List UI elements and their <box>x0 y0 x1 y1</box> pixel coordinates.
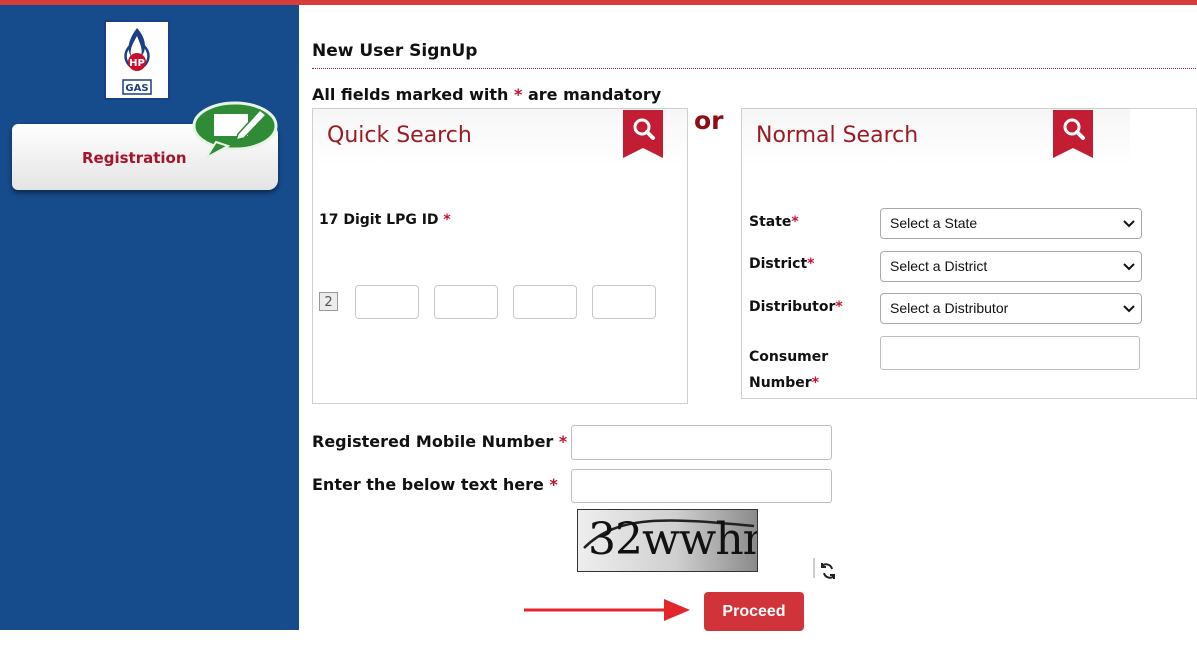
mobile-number-label: Registered Mobile Number * <box>312 432 568 451</box>
chevron-down-icon <box>1123 263 1135 271</box>
captcha-input[interactable] <box>571 469 832 503</box>
district-select[interactable]: Select a District <box>880 251 1142 282</box>
refresh-icon[interactable] <box>813 558 837 586</box>
proceed-button[interactable]: Proceed <box>704 592 804 631</box>
hp-gas-logo: HP GAS <box>104 20 170 100</box>
captcha-image: 32wwhn <box>577 509 758 572</box>
title-divider <box>312 68 1196 69</box>
or-separator: or <box>694 106 724 135</box>
lpg-id-segment-3[interactable] <box>513 285 577 319</box>
normal-search-title: Normal Search <box>756 123 919 148</box>
chevron-down-icon <box>1123 305 1135 313</box>
lpg-id-segment-1[interactable] <box>355 285 419 319</box>
lpg-id-prefix: 2 <box>319 292 338 311</box>
consumer-number-input[interactable] <box>880 336 1140 370</box>
logo-brand-top: HP <box>129 58 145 69</box>
arrow-right-icon <box>524 596 694 628</box>
consumer-number-label: Consumer Number* <box>749 349 829 391</box>
chevron-down-icon <box>1123 220 1135 228</box>
logo-brand-bottom: GAS <box>125 83 148 94</box>
lpg-id-segment-2[interactable] <box>434 285 498 319</box>
captcha-label: Enter the below text here * <box>312 475 558 494</box>
search-icon <box>1053 110 1095 162</box>
lpg-id-label: 17 Digit LPG ID * <box>319 212 451 228</box>
quick-search-title: Quick Search <box>327 123 472 148</box>
distributor-select[interactable]: Select a Distributor <box>880 293 1142 324</box>
edit-icon <box>192 100 278 166</box>
search-icon <box>623 110 665 162</box>
state-label: State* <box>749 214 799 230</box>
distributor-label: Distributor* <box>749 299 843 315</box>
mobile-number-input[interactable] <box>571 425 832 460</box>
state-select[interactable]: Select a State <box>880 208 1142 239</box>
page-title: New User SignUp <box>312 41 478 61</box>
lpg-id-segment-4[interactable] <box>592 285 656 319</box>
mandatory-note: All fields marked with * are mandatory <box>312 85 662 104</box>
captcha-text: 32wwhn <box>588 514 758 565</box>
registration-tab-label: Registration <box>82 149 187 167</box>
district-label: District* <box>749 256 815 272</box>
